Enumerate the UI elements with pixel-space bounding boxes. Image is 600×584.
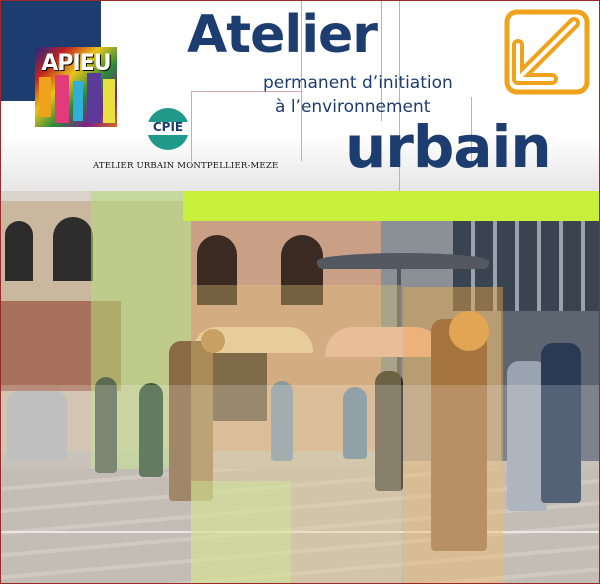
title-subline-1: permanent d’initiation [263, 73, 453, 93]
apieu-logo: APIEU [35, 47, 117, 127]
cpie-logo: CPIE [147, 108, 189, 150]
poster: APIEU CPIE ATELIER URBAIN MONTPELLIER-ME… [0, 0, 600, 584]
cpie-logo-text: CPIE [152, 120, 184, 134]
header: APIEU CPIE ATELIER URBAIN MONTPELLIER-ME… [1, 1, 599, 191]
title-atelier: Atelier [187, 5, 378, 65]
apieu-logo-text: APIEU [41, 51, 111, 76]
umbrella [317, 253, 489, 269]
guide-line [191, 91, 192, 161]
street-scene-photo [1, 191, 599, 583]
title-urbain: urbain [345, 113, 552, 181]
arrow-down-left-icon [504, 9, 590, 95]
organization-name: ATELIER URBAIN MONTPELLIER-MEZE [93, 161, 279, 171]
